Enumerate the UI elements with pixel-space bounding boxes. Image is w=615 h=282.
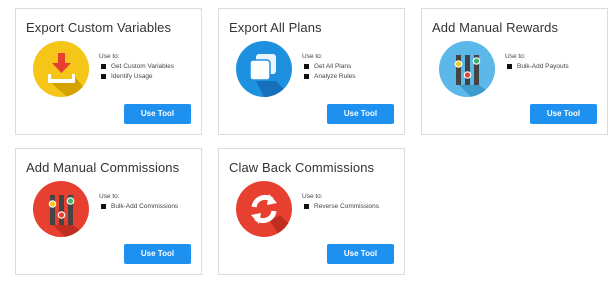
use-to-label: Use to: [99,193,120,200]
use-list: Get Custom Variables Identify Usage [101,62,174,81]
card-title: Claw Back Commissions [229,160,375,175]
tool-card-export-custom-variables: Export Custom Variables Use to: Get Cust… [15,8,202,135]
use-list: Bulk-Add Payouts [507,62,569,72]
list-item: Identify Usage [101,72,174,82]
list-item: Bulk-Add Payouts [507,62,569,72]
bullet-square-icon [304,64,309,69]
use-item-text: Identify Usage [111,72,153,80]
use-list: Bulk-Add Commissions [101,202,178,212]
card-title: Add Manual Rewards [432,20,559,35]
use-item-text: Reverse Commissions [314,203,380,210]
list-item: Bulk-Add Commissions [101,202,178,212]
bullet-square-icon [101,64,106,69]
bullet-square-icon [507,64,512,69]
refresh-arrows-icon [236,181,292,237]
card-title: Export All Plans [229,20,322,35]
list-item: Get All Plans [304,62,356,72]
use-item-text: Bulk-Add Payouts [517,63,569,70]
use-list: Get All Plans Analyze Rules [304,62,356,81]
use-tool-button[interactable]: Use Tool [327,104,394,124]
tool-card-add-manual-commissions: Add Manual Commissions Use to: Bulk-Add … [15,148,202,275]
list-item: Analyze Rules [304,72,356,82]
use-item-text: Get Custom Variables [111,63,175,70]
use-to-label: Use to: [505,53,526,60]
use-tool-button[interactable]: Use Tool [530,104,597,124]
use-to-label: Use to: [99,53,120,60]
use-list: Reverse Commissions [304,202,379,212]
bullet-square-icon [304,73,309,79]
list-item: Reverse Commissions [304,202,379,212]
use-to-label: Use to: [302,53,323,60]
use-tool-button[interactable]: Use Tool [124,244,191,264]
sliders-icon [439,41,495,97]
download-tray-icon [33,41,89,97]
use-item-text: Get All Plans [314,63,352,70]
bullet-square-icon [304,204,309,209]
bullet-square-icon [101,73,106,79]
bullet-square-icon [101,204,106,209]
card-title: Add Manual Commissions [26,160,180,175]
use-item-text: Bulk-Add Commissions [111,203,179,210]
stacked-pages-icon [236,41,292,97]
use-item-text: Analyze Rules [314,72,356,80]
use-to-label: Use to: [302,193,323,200]
list-item: Get Custom Variables [101,62,174,72]
sliders-icon [33,181,89,237]
card-title: Export Custom Variables [26,20,172,35]
tool-card-add-manual-rewards: Add Manual Rewards Use to: Bulk-Add Payo… [421,8,608,135]
tool-card-claw-back-commissions: Claw Back Commissions Use to: Reverse Co… [218,148,405,275]
use-tool-button[interactable]: Use Tool [327,244,394,264]
use-tool-button[interactable]: Use Tool [124,104,191,124]
tool-card-export-all-plans: Export All Plans Use to: Get All Plans A… [218,8,405,135]
